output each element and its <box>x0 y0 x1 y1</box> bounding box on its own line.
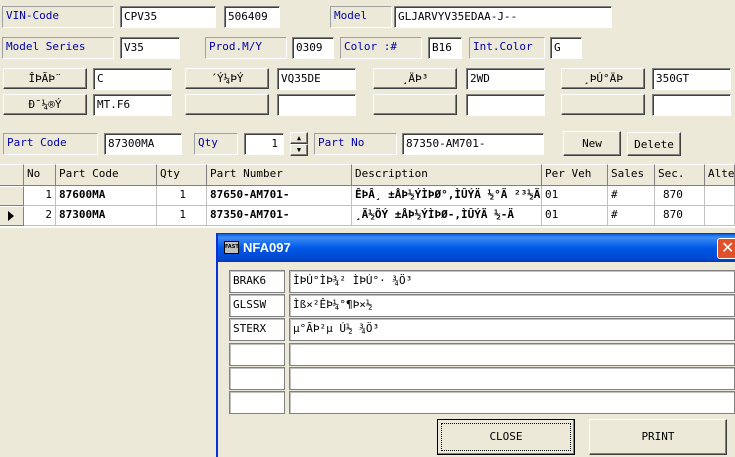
spec-field-2[interactable]: VQ35DE <box>277 68 356 90</box>
dialog-code-field[interactable]: BRAK6 <box>229 270 285 293</box>
grid-header-part-code[interactable]: Part Code <box>56 164 157 186</box>
dialog-desc-field[interactable]: Ìß×²ÊÞ¼°¶Þ×½ <box>289 294 735 317</box>
part-no-label: Part No <box>314 133 397 155</box>
row-selector[interactable] <box>0 186 24 206</box>
dialog-desc-field[interactable] <box>289 343 735 366</box>
spec-field-5[interactable]: MT.F6 <box>93 94 172 116</box>
table-row-sec[interactable]: 870 <box>655 206 705 226</box>
table-row-number[interactable]: 87350-AM701- <box>207 206 352 226</box>
qty-field[interactable]: 1 <box>244 133 284 155</box>
parts-grid: No Part Code Qty Part Number Description… <box>0 164 735 228</box>
dialog-code-field[interactable] <box>229 391 285 414</box>
table-row-per-veh[interactable]: 01 <box>542 206 608 226</box>
current-row-arrow-icon <box>8 211 14 221</box>
model-field[interactable]: GLJARVYV35EDAA-J-- <box>394 6 612 28</box>
grid-header-part-number[interactable]: Part Number <box>207 164 352 186</box>
dialog-code-field[interactable] <box>229 343 285 366</box>
fast-icon-text: FAST <box>225 244 239 250</box>
dialog-print-button[interactable]: PRINT <box>589 419 727 455</box>
grid-header-corner <box>0 164 24 186</box>
table-row-sales[interactable]: # <box>608 186 655 206</box>
grid-header-description[interactable]: Description <box>352 164 542 186</box>
table-row-per-veh[interactable]: 01 <box>542 186 608 206</box>
table-row-desc[interactable]: ¸Ä½ÖÝ ±ÅÞ½ÝÌÞØ-,ÌÛÝÄ ½-Ä <box>352 206 542 226</box>
table-row-code[interactable]: 87600MA <box>56 186 157 206</box>
dialog-desc-field[interactable] <box>289 391 735 414</box>
fast-app-icon: FAST <box>224 241 239 254</box>
table-row-alte[interactable] <box>705 186 735 206</box>
grid-header-sec[interactable]: Sec. <box>655 164 705 186</box>
grid-header-qty[interactable]: Qty <box>157 164 207 186</box>
dialog-desc-field[interactable]: ÌÞÚ°ÌÞ¾² ÌÞÚ°· ¾Ö³ <box>289 270 735 293</box>
spec-button-8[interactable] <box>561 94 645 115</box>
table-row-no[interactable]: 1 <box>24 186 56 206</box>
spec-field-1[interactable]: C <box>93 68 172 90</box>
dialog-code-field[interactable]: STERX <box>229 318 285 341</box>
table-row-qty[interactable]: 1 <box>157 186 207 206</box>
vin-code-field-2[interactable]: 506409 <box>224 6 280 28</box>
grid-header-per-veh[interactable]: Per Veh <box>542 164 608 186</box>
qty-down-button[interactable]: ▼ <box>290 144 308 156</box>
close-window-button[interactable]: ✕ <box>717 238 735 259</box>
vin-code-field-1[interactable]: CPV35 <box>120 6 216 28</box>
qty-stepper[interactable]: ▲ ▼ <box>290 132 308 156</box>
model-series-label: Model Series <box>2 37 114 59</box>
int-color-field[interactable]: G <box>550 37 582 59</box>
close-x-icon: ✕ <box>721 238 735 257</box>
spec-button-3[interactable]: ¸ÄÞ³ <box>373 68 457 89</box>
spec-button-5[interactable]: Ð¯¼®Ý <box>3 94 87 115</box>
spec-button-1[interactable]: ÎÞÃÞ¨ <box>3 68 87 89</box>
grid-header-no[interactable]: No <box>24 164 56 186</box>
table-row-code[interactable]: 87300MA <box>56 206 157 226</box>
part-code-label: Part Code <box>3 133 98 155</box>
part-code-field[interactable]: 87300MA <box>104 133 182 155</box>
spec-field-7[interactable] <box>466 94 545 116</box>
spec-button-6[interactable] <box>185 94 269 115</box>
table-row-qty[interactable]: 1 <box>157 206 207 226</box>
table-row-alte[interactable] <box>705 206 735 226</box>
grid-header-alte[interactable]: Alte <box>705 164 735 186</box>
table-row-sales[interactable]: # <box>608 206 655 226</box>
prod-my-field[interactable]: 0309 <box>292 37 334 59</box>
dialog-close-button[interactable]: CLOSE <box>437 419 575 455</box>
dialog-desc-field[interactable] <box>289 367 735 390</box>
int-color-label: Int.Color <box>469 37 545 59</box>
prod-my-label: Prod.M/Y <box>205 37 287 59</box>
spec-button-2[interactable]: ´Ý¼ÞÝ <box>185 68 269 89</box>
color-label: Color :# <box>340 37 422 59</box>
model-label: Model <box>330 6 392 28</box>
dialog-title: NFA097 <box>243 240 291 255</box>
delete-button[interactable]: Delete <box>627 132 681 156</box>
qty-label: Qty <box>194 133 238 155</box>
grid-header-sales[interactable]: Sales <box>608 164 655 186</box>
qty-up-button[interactable]: ▲ <box>290 132 308 144</box>
table-row-sec[interactable]: 870 <box>655 186 705 206</box>
spec-button-7[interactable] <box>373 94 457 115</box>
dialog-desc-field[interactable]: µ°ÃÞ²µ Ú½ ¾Ö³ <box>289 318 735 341</box>
vin-code-label: VIN-Code <box>2 6 114 28</box>
spec-button-4[interactable]: ¸ÞÚ°ÄÞ <box>561 68 645 89</box>
spec-field-3[interactable]: 2WD <box>466 68 545 90</box>
spec-field-6[interactable] <box>277 94 356 116</box>
spec-field-8[interactable] <box>652 94 731 116</box>
spec-field-4[interactable]: 350GT <box>652 68 731 90</box>
new-button[interactable]: New <box>563 131 621 156</box>
dialog-code-field[interactable] <box>229 367 285 390</box>
table-row-no[interactable]: 2 <box>24 206 56 226</box>
table-row-desc[interactable]: ÊÞÂ¸ ±ÅÞ½ÝÌÞØ°,ÌÛÝÄ ½°Ä ²³½Ä <box>352 186 542 206</box>
dialog-code-field[interactable]: GLSSW <box>229 294 285 317</box>
color-field[interactable]: B16 <box>428 37 462 59</box>
nfa097-dialog: FAST NFA097 ✕ BRAK6 ÌÞÚ°ÌÞ¾² ÌÞÚ°· ¾Ö³ G… <box>216 233 735 457</box>
part-no-field[interactable]: 87350-AM701- <box>402 133 544 155</box>
table-row-number[interactable]: 87650-AM701- <box>207 186 352 206</box>
row-selector-current[interactable] <box>0 206 24 226</box>
model-series-field[interactable]: V35 <box>120 37 180 59</box>
